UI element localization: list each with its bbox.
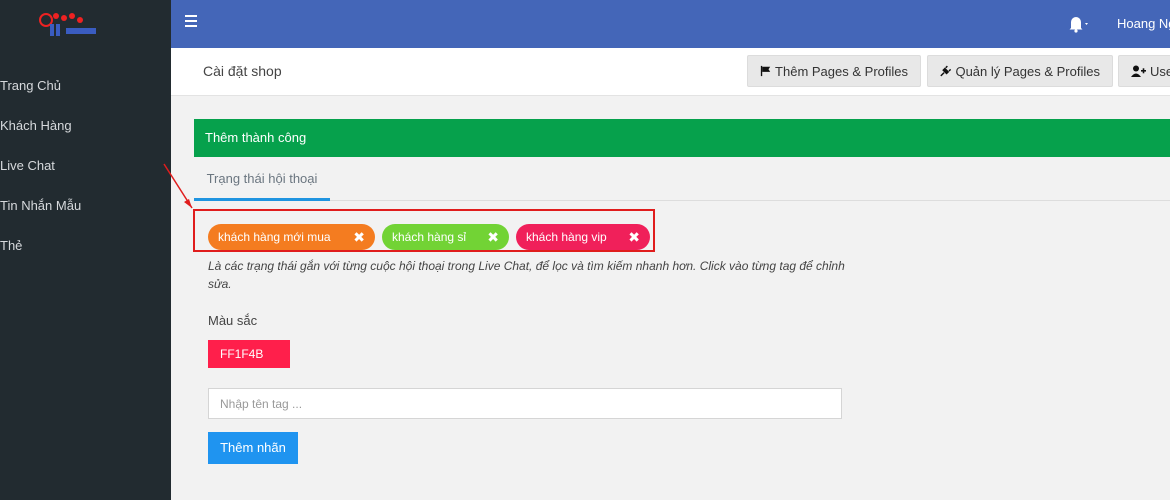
sidebar-item-live-chat[interactable]: Live Chat — [0, 146, 171, 186]
color-label: Màu sắc — [208, 313, 258, 328]
manage-pages-label: Quản lý Pages & Profiles — [955, 63, 1100, 79]
plug-icon — [940, 65, 952, 77]
tag-chip[interactable]: khách hàng vip ✖ — [516, 224, 650, 250]
sidebar-item-templates[interactable]: Tin Nhắn Mẫu — [0, 186, 171, 226]
tag-chip[interactable]: khách hàng sỉ ✖ — [382, 224, 509, 250]
flag-icon — [760, 65, 771, 77]
page-header: Cài đặt shop Thêm Pages & Profiles Quản … — [171, 48, 1170, 96]
help-text: Là các trạng thái gắn với từng cuộc hội … — [208, 259, 845, 291]
success-alert: Thêm thành công — [194, 119, 1170, 157]
add-pages-button[interactable]: Thêm Pages & Profiles — [747, 55, 921, 87]
annotation-arrow — [163, 163, 193, 209]
user-button[interactable]: Use — [1118, 55, 1170, 87]
add-user-icon — [1131, 65, 1146, 77]
tab-bar: Trạng thái hội thoại — [194, 157, 1170, 201]
topbar: Hoang Ng — [171, 0, 1170, 48]
tag-chip[interactable]: khách hàng mới mua ✖ — [208, 224, 375, 250]
menu-icon[interactable] — [185, 15, 197, 27]
tag-label: khách hàng mới mua — [218, 230, 331, 244]
brand-logo — [39, 13, 96, 36]
add-pages-label: Thêm Pages & Profiles — [775, 63, 908, 79]
bell-icon[interactable] — [1064, 15, 1088, 33]
tag-label: khách hàng vip — [526, 230, 607, 244]
sidebar-item-tags[interactable]: Thẻ — [0, 226, 171, 266]
tag-label: khách hàng sỉ — [392, 230, 467, 244]
tab-conversation-status[interactable]: Trạng thái hội thoại — [194, 157, 330, 201]
color-picker[interactable]: FF1F4B — [208, 340, 290, 368]
user-button-label: Use — [1150, 63, 1170, 79]
add-tag-button[interactable]: Thêm nhãn — [208, 432, 298, 464]
page-title: Cài đặt shop — [203, 63, 282, 79]
sidebar-nav: Trang Chủ Khách Hàng Live Chat Tin Nhắn … — [0, 66, 171, 266]
remove-tag-icon[interactable]: ✖ — [487, 224, 499, 250]
manage-pages-button[interactable]: Quản lý Pages & Profiles — [927, 55, 1113, 87]
remove-tag-icon[interactable]: ✖ — [353, 224, 365, 250]
sidebar: Trang Chủ Khách Hàng Live Chat Tin Nhắn … — [0, 0, 171, 500]
sidebar-item-home[interactable]: Trang Chủ — [0, 66, 171, 106]
tag-name-input[interactable] — [208, 388, 842, 419]
user-menu[interactable]: Hoang Ng — [1117, 16, 1170, 31]
sidebar-item-customers[interactable]: Khách Hàng — [0, 106, 171, 146]
remove-tag-icon[interactable]: ✖ — [628, 224, 640, 250]
